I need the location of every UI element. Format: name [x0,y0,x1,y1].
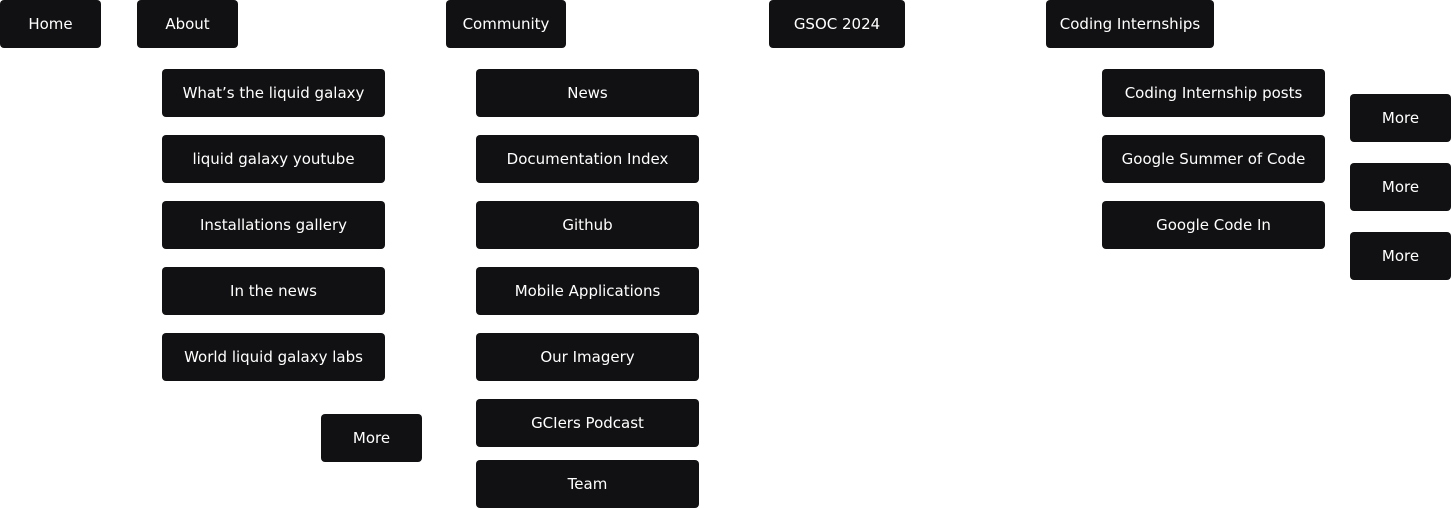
community-item-github[interactable]: Github [476,201,699,249]
about-item-world-labs[interactable]: World liquid galaxy labs [162,333,385,381]
coding-more-button-1[interactable]: More [1350,94,1451,142]
community-item-gciers-podcast[interactable]: GCIers Podcast [476,399,699,447]
about-item-whats-liquid-galaxy[interactable]: What’s the liquid galaxy [162,69,385,117]
about-item-youtube[interactable]: liquid galaxy youtube [162,135,385,183]
coding-item-gsoc[interactable]: Google Summer of Code [1102,135,1325,183]
nav-gsoc-button[interactable]: GSOC 2024 [769,0,905,48]
nav-about-button[interactable]: About [137,0,238,48]
community-item-team[interactable]: Team [476,460,699,508]
community-item-mobile-applications[interactable]: Mobile Applications [476,267,699,315]
coding-item-internship-posts[interactable]: Coding Internship posts [1102,69,1325,117]
community-item-news[interactable]: News [476,69,699,117]
coding-more-button-2[interactable]: More [1350,163,1451,211]
community-item-our-imagery[interactable]: Our Imagery [476,333,699,381]
nav-community-button[interactable]: Community [446,0,566,48]
about-item-in-the-news[interactable]: In the news [162,267,385,315]
about-item-installations-gallery[interactable]: Installations gallery [162,201,385,249]
nav-home-button[interactable]: Home [0,0,101,48]
community-item-documentation-index[interactable]: Documentation Index [476,135,699,183]
nav-coding-internships-button[interactable]: Coding Internships [1046,0,1214,48]
about-more-button[interactable]: More [321,414,422,462]
coding-more-button-3[interactable]: More [1350,232,1451,280]
coding-item-google-code-in[interactable]: Google Code In [1102,201,1325,249]
